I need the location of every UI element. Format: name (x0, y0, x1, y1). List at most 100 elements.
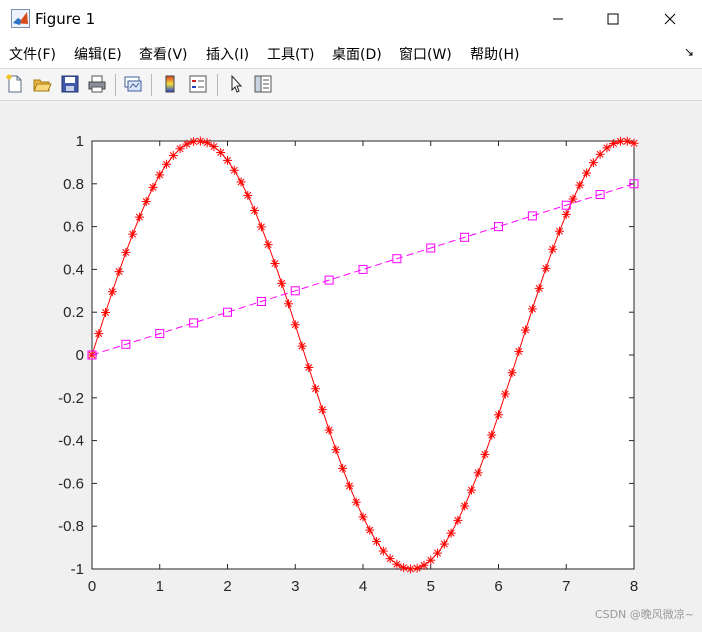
sine-star-marker (473, 468, 483, 478)
sine-star-marker (229, 165, 239, 175)
watermark: CSDN @晚风微凉~ (594, 608, 694, 621)
y-tick-label: -0.6 (58, 475, 84, 492)
menu-tools[interactable]: 工具(T) (267, 44, 314, 64)
sine-star-marker (527, 304, 537, 314)
sine-star-marker (263, 240, 273, 250)
sine-star-marker (304, 362, 314, 372)
x-tick-label: 5 (427, 578, 435, 595)
sine-star-marker (311, 384, 321, 394)
menu-help[interactable]: 帮助(H) (470, 44, 519, 64)
x-tick-label: 6 (494, 578, 502, 595)
x-tick-label: 2 (223, 578, 231, 595)
sine-star-marker (500, 389, 510, 399)
sine-star-marker (223, 155, 232, 165)
sine-star-marker (243, 190, 253, 200)
sine-star-marker (344, 481, 354, 491)
y-tick-label: 0.4 (63, 261, 84, 278)
sine-star-marker (182, 139, 192, 149)
sine-star-marker (561, 209, 571, 219)
x-tick-label: 3 (291, 578, 299, 595)
title-bar: Figure 1 (0, 0, 702, 38)
sine-star-marker (290, 320, 300, 330)
menu-view[interactable]: 查看(V) (139, 44, 188, 64)
sine-star-marker (94, 329, 104, 339)
menu-bar: 文件(F) 编辑(E) 查看(V) 插入(I) 工具(T) 桌面(D) 窗口(W… (0, 38, 702, 69)
x-tick-label: 4 (359, 578, 367, 595)
sine-star-marker (480, 449, 490, 459)
sine-star-marker (128, 229, 138, 239)
y-tick-label: -1 (71, 561, 84, 578)
sine-star-marker (399, 563, 409, 573)
y-tick-label: 0.8 (63, 176, 84, 193)
matlab-logo-icon (11, 9, 30, 28)
sine-star-marker (494, 410, 503, 420)
sine-star-marker (466, 485, 476, 495)
figure-canvas: 0 1 2 3 4 5 6 7 8 1 0.8 0.6 0.4 0.2 0 -0.2 -0.4 -0.6 -0.8 -… (0, 101, 702, 628)
sine-star-marker (297, 341, 307, 351)
sine-star-marker (134, 212, 144, 222)
toolbar-separator (217, 74, 218, 96)
close-button[interactable] (644, 0, 696, 38)
y-tick-label: -0.8 (58, 518, 84, 535)
y-tick-label: 0 (76, 347, 84, 364)
sine-star-marker (155, 170, 165, 180)
sine-star-marker (351, 497, 361, 507)
menu-desktop[interactable]: 桌面(D) (332, 44, 382, 64)
toolbar-separator (115, 74, 116, 96)
save-icon[interactable] (58, 72, 82, 96)
minimize-button[interactable] (532, 0, 584, 38)
plot-svg: 0 1 2 3 4 5 6 7 8 1 0.8 0.6 0.4 0.2 0 -0.2 -0.4 -0.6 -0.8 -… (58, 133, 639, 595)
sine-star-marker (141, 196, 151, 206)
sine-star-marker (507, 368, 517, 378)
sine-star-marker (209, 142, 219, 152)
sine-star-marker (460, 501, 470, 511)
x-tick-label: 8 (630, 578, 638, 595)
menu-window[interactable]: 窗口(W) (399, 44, 452, 64)
sine-star-marker (216, 147, 226, 157)
y-tick-label: 0.6 (63, 219, 84, 236)
sine-star-marker (270, 259, 280, 269)
sine-star-marker (338, 463, 348, 473)
sine-star-marker (148, 182, 158, 192)
print-icon[interactable] (85, 72, 109, 96)
axes-box (91, 140, 635, 570)
sine-star-marker (250, 205, 260, 215)
sine-star-marker (324, 425, 334, 435)
menu-file[interactable]: 文件(F) (9, 44, 56, 64)
sine-star-marker (175, 144, 185, 154)
link-plot-icon[interactable] (121, 72, 145, 96)
y-tick-label: -0.4 (58, 433, 84, 450)
sine-star-marker (277, 278, 287, 288)
menu-insert[interactable]: 插入(I) (206, 44, 249, 64)
sine-star-marker (317, 405, 327, 415)
y-tick-label: -0.2 (58, 390, 84, 407)
sine-star-marker (487, 430, 497, 440)
close-icon (664, 13, 676, 25)
sine-star-marker (168, 151, 178, 161)
x-tick-label: 7 (562, 578, 570, 595)
sine-star-marker (595, 149, 605, 159)
toolbar (0, 69, 702, 101)
new-figure-icon[interactable] (3, 72, 27, 96)
pointer-icon[interactable] (224, 72, 248, 96)
legend-icon[interactable] (186, 72, 210, 96)
window-title: Figure 1 (35, 10, 96, 28)
menu-edit[interactable]: 编辑(E) (74, 44, 122, 64)
maximize-icon (607, 13, 619, 25)
sine-star-marker (256, 222, 266, 232)
sine-star-marker (236, 177, 246, 187)
sine-star-marker (195, 136, 205, 146)
y-tick-label: 0.2 (63, 304, 84, 321)
sine-star-marker (202, 138, 212, 148)
colorbar-icon[interactable] (158, 72, 182, 96)
dock-arrow-icon[interactable]: ↘ (684, 45, 694, 59)
x-tick-label: 1 (156, 578, 164, 595)
open-file-icon[interactable] (30, 72, 54, 96)
minimize-icon (553, 18, 563, 20)
y-tick-label: 1 (76, 133, 84, 150)
maximize-button[interactable] (587, 0, 639, 38)
property-editor-icon[interactable] (251, 72, 275, 96)
toolbar-separator (151, 74, 152, 96)
sine-star-marker (331, 445, 341, 455)
x-tick-label: 0 (88, 578, 96, 595)
